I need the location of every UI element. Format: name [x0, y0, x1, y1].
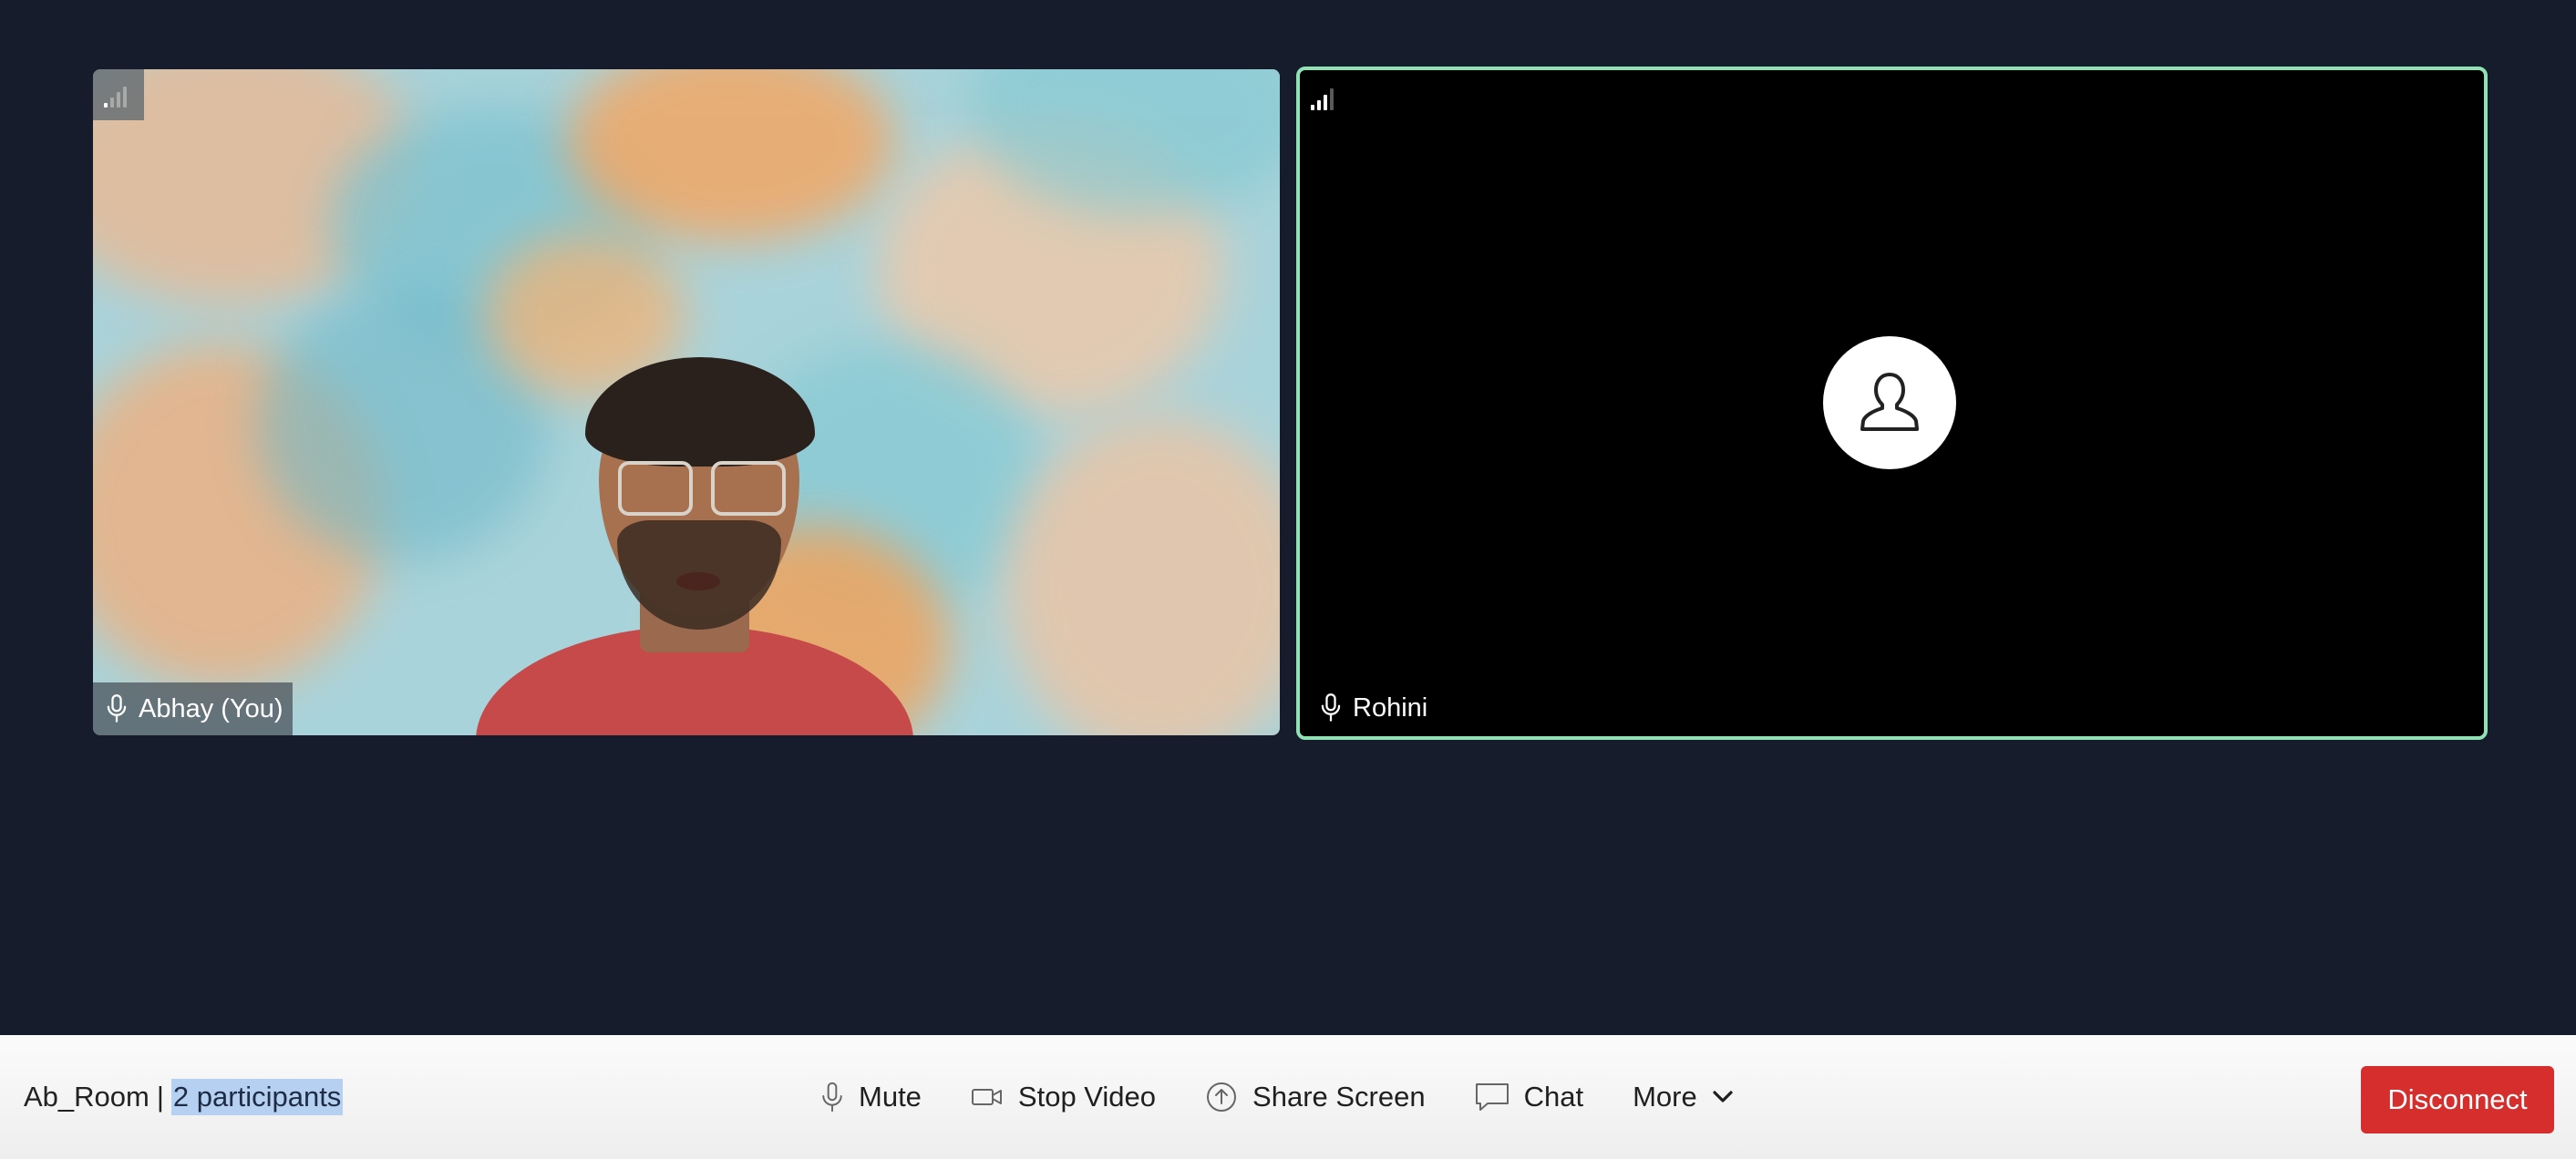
room-separator: |	[156, 1081, 164, 1113]
participant-count: 2 participants	[170, 1079, 344, 1115]
share-screen-button[interactable]: Share Screen	[1205, 1081, 1426, 1113]
chat-button[interactable]: Chat	[1475, 1081, 1583, 1113]
microphone-icon	[1321, 693, 1341, 722]
signal-bars-icon	[1311, 83, 1334, 110]
stop-video-button[interactable]: Stop Video	[971, 1081, 1156, 1113]
chevron-down-icon	[1713, 1091, 1733, 1103]
participant-name: Abhay (You)	[139, 693, 283, 723]
chat-label: Chat	[1523, 1081, 1584, 1113]
participant-tile-local[interactable]: Abhay (You)	[93, 69, 1280, 735]
more-button[interactable]: More	[1633, 1081, 1734, 1113]
microphone-icon	[107, 694, 127, 723]
microphone-icon	[822, 1082, 842, 1113]
avatar-placeholder	[1823, 336, 1956, 469]
control-bar: Ab_Room | 2 participants Mute Stop Video	[0, 1035, 2576, 1159]
video-camera-icon	[971, 1089, 1002, 1105]
more-label: More	[1633, 1081, 1697, 1113]
user-icon	[1860, 373, 1919, 431]
room-name: Ab_Room	[24, 1081, 149, 1113]
call-controls: Mute Stop Video Share Screen Chat More	[820, 1035, 1734, 1159]
participant-name-tag: Abhay (You)	[93, 682, 293, 735]
participant-video-feed	[458, 306, 932, 735]
chat-icon	[1475, 1083, 1509, 1111]
participant-name: Rohini	[1353, 692, 1428, 723]
room-info: Ab_Room | 2 participants	[24, 1079, 344, 1115]
mute-label: Mute	[859, 1081, 922, 1113]
share-screen-label: Share Screen	[1252, 1081, 1426, 1113]
signal-bars-icon	[93, 69, 144, 120]
video-stage: Abhay (You) Rohini	[0, 0, 2576, 1035]
share-screen-icon	[1207, 1082, 1237, 1112]
stop-video-label: Stop Video	[1017, 1081, 1157, 1113]
participant-name-tag: Rohini	[1307, 682, 1437, 734]
participant-tile-remote[interactable]: Rohini	[1296, 67, 2488, 740]
disconnect-button[interactable]: Disconnect	[2361, 1066, 2554, 1133]
mute-button[interactable]: Mute	[820, 1081, 922, 1113]
